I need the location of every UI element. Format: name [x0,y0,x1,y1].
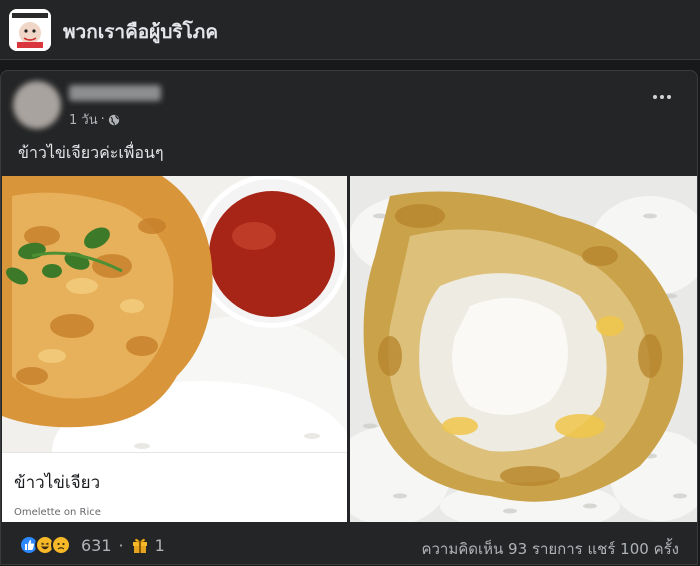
post-meta: 1 วัน · [69,109,120,130]
caption-title: ข้าวไข่เจียว [14,473,101,493]
reaction-count[interactable]: 631 [81,536,112,555]
footer-separator: · [118,535,124,555]
group-avatar[interactable] [9,9,51,51]
group-header: พวกเราคือผู้บริโภค [0,0,700,60]
group-logo-icon [9,9,51,51]
meta-separator: · [100,112,105,127]
comments-shares-summary[interactable]: ความคิดเห็น 93 รายการ แชร์ 100 ครั้ง [421,537,679,561]
more-options-button[interactable] [647,87,677,107]
post-text: ข้าวไข่เจียวค่ะเพื่อนๆ [18,143,164,162]
photo-caption-card[interactable]: ข้าวไข่เจียว Omelette on Rice [2,452,347,522]
sad-icon [51,535,71,555]
post-card: 1 วัน · ข้าวไข่เจียวค่ะเพื่อนๆ ข้าวไข่เจ… [0,70,698,565]
more-options-icon [653,95,657,99]
post-time[interactable]: 1 วัน [69,109,98,130]
gift-count: 1 [154,535,165,555]
caption-subtitle: Omelette on Rice [14,507,101,518]
fried-egg-rice-image [350,176,697,522]
post-photo-2[interactable] [350,176,697,522]
globe-icon [108,114,119,125]
post-footer: 631 · 1 ความคิดเห็น 93 รายการ แชร์ 100 ค… [1,526,699,566]
author-avatar[interactable] [13,81,61,129]
gift-icon [132,538,147,553]
author-name-redacted[interactable] [69,85,161,101]
reaction-summary[interactable]: 631 · 1 [19,535,165,555]
group-name[interactable]: พวกเราคือผู้บริโภค [63,17,218,47]
